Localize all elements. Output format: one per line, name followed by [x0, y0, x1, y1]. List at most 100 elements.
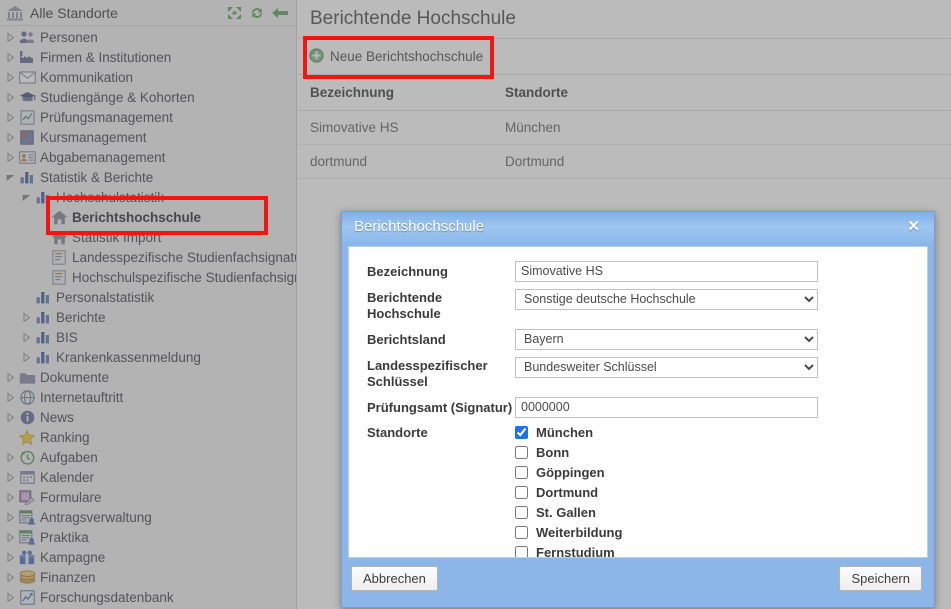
sidebar-item-dokumente[interactable]: Dokumente	[0, 367, 296, 387]
sidebar-item-berichtshochschule[interactable]: Berichtshochschule	[0, 207, 296, 227]
berichtsland-select[interactable]: Bayern	[515, 328, 818, 350]
standort-checkbox-item[interactable]: Göppingen	[515, 463, 915, 483]
sidebar-item-formulare[interactable]: Formulare	[0, 487, 296, 507]
berichtende-hochschule-select[interactable]: Sonstige deutsche Hochschule	[515, 288, 818, 310]
new-berichtshochschule-button[interactable]: Neue Berichtshochschule	[301, 42, 493, 72]
chevron-right-icon[interactable]	[20, 330, 33, 344]
chevron-down-icon[interactable]	[20, 190, 33, 204]
sidebar-item-label: Dokumente	[40, 369, 110, 385]
cancel-button[interactable]: Abbrechen	[351, 566, 438, 592]
standort-label: Dortmund	[536, 485, 599, 501]
sidebar-item-label: Kampagne	[40, 549, 106, 565]
pruefungsamt-input[interactable]	[515, 396, 818, 418]
sidebar-item-personalstatistik[interactable]: Personalstatistik	[0, 287, 296, 307]
standort-checkbox-item[interactable]: München	[515, 423, 915, 443]
sidebar-item-statistik-import[interactable]: Statistik Import	[0, 227, 296, 247]
sidebar-item-label: Personen	[40, 29, 98, 45]
sidebar-item-abgabemanagement[interactable]: Abgabemanagement	[0, 147, 296, 167]
chevron-right-icon[interactable]	[4, 410, 17, 424]
field-row-standorte: Standorte München Bonn Göppingen Dortmund St…	[367, 422, 915, 559]
sidebar-item-firmen-institutionen[interactable]: Firmen & Institutionen	[0, 47, 296, 67]
sidebar-item-personen[interactable]: Personen	[0, 27, 296, 47]
chevron-right-icon[interactable]	[4, 70, 17, 84]
chevron-right-icon[interactable]	[4, 130, 17, 144]
standort-checkbox[interactable]	[515, 506, 528, 520]
standort-checkbox-item[interactable]: Bonn	[515, 443, 915, 463]
id-card-icon	[17, 150, 37, 164]
chevron-right-icon[interactable]	[4, 450, 17, 464]
column-header-standorte[interactable]: Standorte	[493, 75, 951, 111]
sidebar-item-kursmanagement[interactable]: Kursmanagement	[0, 127, 296, 147]
sidebar-item-prüfungsmanagement[interactable]: Prüfungsmanagement	[0, 107, 296, 127]
signature-icon	[49, 269, 69, 285]
chevron-right-icon[interactable]	[4, 490, 17, 504]
sidebar-item-krankenkassenmeldung[interactable]: Krankenkassenmeldung	[0, 347, 296, 367]
bar-chart-icon	[33, 331, 53, 344]
back-arrow-icon[interactable]	[272, 7, 288, 19]
sidebar-item-bis[interactable]: BIS	[0, 327, 296, 347]
standort-checkbox-item[interactable]: Dortmund	[515, 483, 915, 503]
table-row[interactable]: Simovative HS München	[298, 110, 951, 145]
column-header-bezeichnung[interactable]: Bezeichnung	[298, 75, 493, 111]
chevron-right-icon[interactable]	[4, 550, 17, 564]
standort-label: Fernstudium	[536, 545, 615, 559]
graduation-cap-icon	[17, 90, 37, 104]
sidebar-item-kommunikation[interactable]: Kommunikation	[0, 67, 296, 87]
form-icon	[17, 489, 37, 505]
chevron-right-icon[interactable]	[20, 310, 33, 324]
sidebar-item-praktika[interactable]: Praktika	[0, 527, 296, 547]
standort-checkbox-item[interactable]: Weiterbildung	[515, 523, 915, 543]
standort-checkbox-item[interactable]: Fernstudium	[515, 543, 915, 559]
sidebar-item-kalender[interactable]: Kalender	[0, 467, 296, 487]
chevron-right-icon[interactable]	[4, 110, 17, 124]
sidebar-item-forschungsdatenbank[interactable]: Forschungsdatenbank	[0, 587, 296, 607]
sidebar-item-landesspezifische-studienfachsignatur[interactable]: Landesspezifische Studienfachsignatur	[0, 247, 296, 267]
collapse-all-icon[interactable]	[227, 6, 242, 20]
sidebar-item-hochschulspezifische-studienfachsignatur[interactable]: Hochschulspezifische Studienfachsignatur	[0, 267, 296, 287]
sidebar-item-statistik-berichte[interactable]: Statistik & Berichte	[0, 167, 296, 187]
standort-checkbox[interactable]	[515, 466, 528, 480]
sidebar-item-label: Berichtshochschule	[72, 209, 202, 225]
chevron-right-icon[interactable]	[4, 510, 17, 524]
refresh-icon[interactable]	[249, 6, 265, 20]
save-button[interactable]: Speichern	[839, 566, 922, 592]
sidebar-item-kampagne[interactable]: Kampagne	[0, 547, 296, 567]
chevron-right-icon[interactable]	[4, 150, 17, 164]
chevron-right-icon[interactable]	[4, 530, 17, 544]
table-row[interactable]: dortmund Dortmund	[298, 144, 951, 179]
sidebar-item-aufgaben[interactable]: Aufgaben	[0, 447, 296, 467]
sidebar-item-antragsverwaltung[interactable]: Antragsverwaltung	[0, 507, 296, 527]
standort-checkbox[interactable]	[515, 486, 528, 500]
standort-checkbox[interactable]	[515, 526, 528, 540]
chevron-right-icon[interactable]	[20, 350, 33, 364]
sidebar-item-hochschulstatistik[interactable]: Hochschulstatistik	[0, 187, 296, 207]
standort-checkbox[interactable]	[515, 546, 528, 558]
sidebar: Alle Standorte Personen Firmen & Institu…	[0, 0, 297, 609]
chevron-right-icon[interactable]	[4, 370, 17, 384]
sidebar-item-news[interactable]: News	[0, 407, 296, 427]
chevron-right-icon[interactable]	[4, 470, 17, 484]
table-cell: dortmund	[298, 144, 493, 179]
sidebar-item-label: Praktika	[40, 529, 89, 545]
chevron-right-icon[interactable]	[4, 390, 17, 404]
chevron-right-icon[interactable]	[4, 570, 17, 584]
chevron-right-icon[interactable]	[4, 30, 17, 44]
chevron-down-icon[interactable]	[4, 170, 17, 184]
bezeichnung-input[interactable]	[515, 260, 818, 282]
close-icon[interactable]: ✕	[903, 217, 924, 236]
dialog-title-bar[interactable]: Berichtshochschule ✕	[342, 212, 934, 242]
standort-checkbox[interactable]	[515, 426, 528, 440]
sidebar-item-studiengänge-kohorten[interactable]: Studiengänge & Kohorten	[0, 87, 296, 107]
landesspezifischer-schluessel-select[interactable]: Bundesweiter Schlüssel	[515, 356, 818, 378]
sidebar-item-ranking[interactable]: Ranking	[0, 427, 296, 447]
standort-checkbox-item[interactable]: St. Gallen	[515, 503, 915, 523]
bar-chart-icon	[33, 291, 53, 304]
chevron-right-icon[interactable]	[4, 50, 17, 64]
sidebar-item-finanzen[interactable]: Finanzen	[0, 567, 296, 587]
standort-checkbox[interactable]	[515, 446, 528, 460]
sidebar-item-berichte[interactable]: Berichte	[0, 307, 296, 327]
chevron-right-icon[interactable]	[4, 90, 17, 104]
sidebar-item-internetauftritt[interactable]: Internetauftritt	[0, 387, 296, 407]
chevron-right-icon[interactable]	[4, 590, 17, 604]
standort-label: Göppingen	[536, 465, 605, 481]
